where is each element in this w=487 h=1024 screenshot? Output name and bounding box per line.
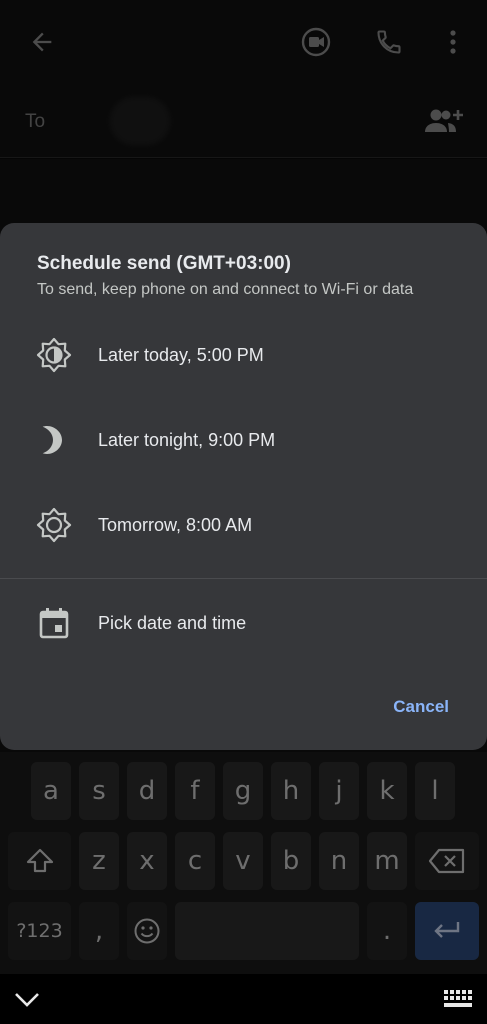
- option-later-today[interactable]: Later today, 5:00 PM: [0, 320, 487, 390]
- divider: [0, 578, 487, 579]
- cancel-button[interactable]: Cancel: [393, 697, 449, 717]
- option-tomorrow[interactable]: Tomorrow, 8:00 AM: [0, 490, 487, 560]
- dialog-subtitle: To send, keep phone on and connect to Wi…: [37, 281, 414, 298]
- option-label: Pick date and time: [98, 612, 247, 633]
- moon-icon: [36, 422, 72, 458]
- schedule-send-dialog: Schedule send (GMT+03:00) To send, keep …: [0, 223, 487, 750]
- calendar-icon: [36, 605, 72, 641]
- option-label: Later tonight, 9:00 PM: [98, 429, 276, 450]
- hide-keyboard-icon[interactable]: [12, 986, 42, 1014]
- option-pick-date-time[interactable]: Pick date and time: [0, 588, 487, 658]
- option-later-tonight[interactable]: Later tonight, 9:00 PM: [0, 405, 487, 475]
- option-label: Tomorrow, 8:00 AM: [98, 514, 253, 535]
- keyboard-switch-icon[interactable]: [442, 988, 476, 1012]
- sun-icon: [36, 507, 72, 543]
- option-label: Later today, 5:00 PM: [98, 344, 264, 365]
- navigation-bar: [0, 974, 487, 1024]
- sun-partial-icon: [36, 337, 72, 373]
- dialog-title: Schedule send (GMT+03:00): [37, 253, 291, 274]
